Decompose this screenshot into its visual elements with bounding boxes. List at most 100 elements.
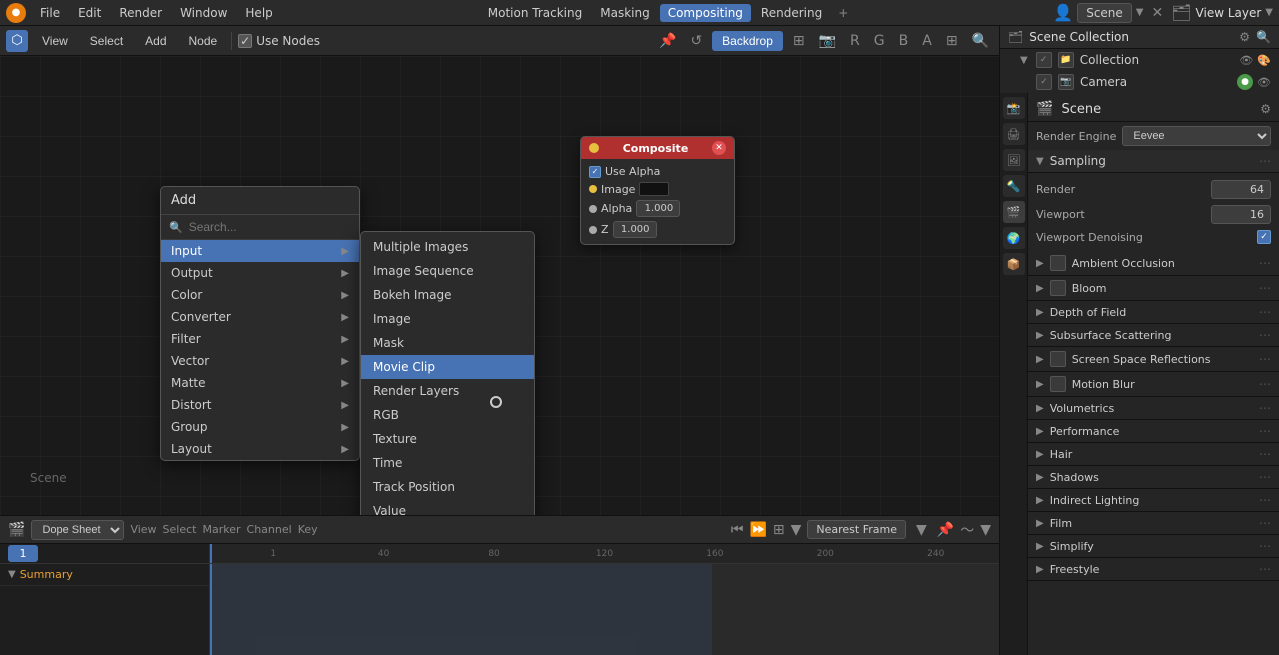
timeline-filter-icon[interactable]: ⊞ xyxy=(773,522,785,538)
submenu-movie-clip[interactable]: Movie Clip xyxy=(361,355,534,379)
ssr-checkbox[interactable] xyxy=(1050,351,1066,367)
submenu-bokeh-image[interactable]: Bokeh Image xyxy=(361,283,534,307)
submenu-image-sequence[interactable]: Image Sequence xyxy=(361,259,534,283)
timeline-more-icon[interactable]: ▼ xyxy=(980,522,991,538)
submenu-image[interactable]: Image xyxy=(361,307,534,331)
zoom-icon[interactable]: 🔍 xyxy=(968,33,993,49)
sss-section[interactable]: ▶ Subsurface Scattering ⋯ xyxy=(1028,324,1279,347)
collection-toggle[interactable]: ▼ xyxy=(1020,55,1028,66)
render-value[interactable]: 64 xyxy=(1211,180,1271,199)
node-close-btn[interactable]: ✕ xyxy=(712,141,726,155)
summary-label[interactable]: Summary xyxy=(20,568,73,581)
submenu-rgb[interactable]: RGB xyxy=(361,403,534,427)
a-icon[interactable]: A xyxy=(918,33,936,49)
timeline-jump-start-icon[interactable]: ⏩ xyxy=(749,522,766,538)
timeline-select-btn[interactable]: Select xyxy=(163,523,197,536)
render-engine-select[interactable]: Eevee xyxy=(1122,126,1271,146)
props-object-icon[interactable]: 📦 xyxy=(1003,253,1025,275)
tab-masking[interactable]: Masking xyxy=(592,4,657,22)
submenu-value[interactable]: Value xyxy=(361,499,534,515)
pin-icon[interactable]: 📌 xyxy=(655,33,680,49)
use-nodes-toggle[interactable]: ✓ Use Nodes xyxy=(238,34,320,48)
z-value[interactable]: 1.000 xyxy=(613,221,657,238)
alpha-value[interactable]: 1.000 xyxy=(636,200,680,217)
use-nodes-checkbox[interactable]: ✓ xyxy=(238,34,252,48)
tab-compositing[interactable]: Compositing xyxy=(660,4,751,22)
submenu-texture[interactable]: Texture xyxy=(361,427,534,451)
view-layer-arrow[interactable]: ▼ xyxy=(1265,7,1273,18)
select-tool-btn[interactable]: ⬡ xyxy=(6,30,28,52)
add-btn[interactable]: Add xyxy=(137,31,174,51)
summary-arrow[interactable]: ▼ xyxy=(8,569,16,580)
collection-checkbox[interactable]: ✓ xyxy=(1036,52,1052,68)
timeline-filter2-icon[interactable]: ▼ xyxy=(791,522,802,538)
dof-section[interactable]: ▶ Depth of Field ⋯ xyxy=(1028,301,1279,324)
menu-edit[interactable]: Edit xyxy=(70,4,109,22)
freestyle-section[interactable]: ▶ Freestyle ⋯ xyxy=(1028,558,1279,581)
refresh-icon[interactable]: ↺ xyxy=(686,33,706,49)
node-btn[interactable]: Node xyxy=(181,31,226,51)
submenu-render-layers[interactable]: Render Layers xyxy=(361,379,534,403)
bloom-checkbox[interactable] xyxy=(1050,280,1066,296)
select-btn[interactable]: Select xyxy=(82,31,131,51)
menu-item-converter[interactable]: Converter ▶ xyxy=(161,306,359,328)
props-scene-icon[interactable]: 🔦 xyxy=(1003,175,1025,197)
ssr-section[interactable]: ▶ Screen Space Reflections ⋯ xyxy=(1028,347,1279,372)
menu-item-filter[interactable]: Filter ▶ xyxy=(161,328,359,350)
denoising-checkbox[interactable]: ✓ xyxy=(1257,230,1271,244)
shadows-section[interactable]: ▶ Shadows ⋯ xyxy=(1028,466,1279,489)
outliner-search-icon[interactable]: 🔍 xyxy=(1256,30,1271,44)
film-section[interactable]: ▶ Film ⋯ xyxy=(1028,512,1279,535)
use-alpha-checkbox[interactable]: ✓ xyxy=(589,166,601,178)
submenu-mask[interactable]: Mask xyxy=(361,331,534,355)
ao-checkbox[interactable] xyxy=(1050,255,1066,271)
menu-item-color[interactable]: Color ▶ xyxy=(161,284,359,306)
timeline-view-btn[interactable]: View xyxy=(130,523,156,536)
tab-motion-tracking[interactable]: Motion Tracking xyxy=(480,4,590,22)
props-scene-active-icon[interactable]: 🎬 xyxy=(1003,201,1025,223)
r-icon[interactable]: R xyxy=(846,33,864,49)
outliner-settings-icon[interactable]: ⚙ xyxy=(1239,30,1250,44)
viewport-value[interactable]: 16 xyxy=(1211,205,1271,224)
timeline-key-btn[interactable]: Key xyxy=(298,523,318,536)
add-menu-search[interactable]: 🔍 xyxy=(161,215,359,240)
submenu-time[interactable]: Time xyxy=(361,451,534,475)
scene-name[interactable]: Scene xyxy=(1077,3,1132,23)
timeline-snap-icon[interactable]: 📌 xyxy=(937,522,954,538)
bloom-section[interactable]: ▶ Bloom ⋯ xyxy=(1028,276,1279,301)
submenu-multiple-images[interactable]: Multiple Images xyxy=(361,235,534,259)
backdrop-camera-icon[interactable]: 📷 xyxy=(815,33,840,49)
camera-checkbox[interactable]: ✓ xyxy=(1036,74,1052,90)
menu-item-vector[interactable]: Vector ▶ xyxy=(161,350,359,372)
timeline-track-area[interactable] xyxy=(210,564,999,655)
menu-file[interactable]: File xyxy=(32,4,68,22)
submenu-track-position[interactable]: Track Position xyxy=(361,475,534,499)
performance-section[interactable]: ▶ Performance ⋯ xyxy=(1028,420,1279,443)
menu-item-input[interactable]: Input ▶ xyxy=(161,240,359,262)
props-world-icon[interactable]: 🌍 xyxy=(1003,227,1025,249)
menu-item-matte[interactable]: Matte ▶ xyxy=(161,372,359,394)
volumetrics-section[interactable]: ▶ Volumetrics ⋯ xyxy=(1028,397,1279,420)
props-output-icon[interactable]: 🖨 xyxy=(1003,123,1025,145)
collection-visibility-icon[interactable]: 👁 xyxy=(1239,54,1253,67)
menu-item-distort[interactable]: Distort ▶ xyxy=(161,394,359,416)
indirect-lighting-section[interactable]: ▶ Indirect Lighting ⋯ xyxy=(1028,489,1279,512)
image-color-swatch[interactable] xyxy=(639,182,669,196)
backdrop-options-icon[interactable]: ⊞ xyxy=(789,33,809,49)
menu-render[interactable]: Render xyxy=(111,4,170,22)
timeline-playback-icon[interactable]: ⏮ xyxy=(731,522,744,538)
scene-arrow[interactable]: ▼ xyxy=(1136,7,1144,18)
camera-visibility-icon[interactable]: 👁 xyxy=(1257,76,1271,89)
menu-help[interactable]: Help xyxy=(237,4,280,22)
b-icon[interactable]: B xyxy=(895,33,913,49)
mb-checkbox[interactable] xyxy=(1050,376,1066,392)
menu-window[interactable]: Window xyxy=(172,4,235,22)
timeline-wave-icon[interactable]: 〜 xyxy=(960,520,974,540)
search-input[interactable] xyxy=(189,220,351,234)
add-workspace-btn[interactable]: + xyxy=(832,4,854,22)
menu-item-output[interactable]: Output ▶ xyxy=(161,262,359,284)
frame-indicator[interactable]: 1 xyxy=(8,545,38,562)
view-btn[interactable]: View xyxy=(34,31,76,51)
grid-icon[interactable]: ⊞ xyxy=(942,33,962,49)
menu-item-layout[interactable]: Layout ▶ xyxy=(161,438,359,460)
